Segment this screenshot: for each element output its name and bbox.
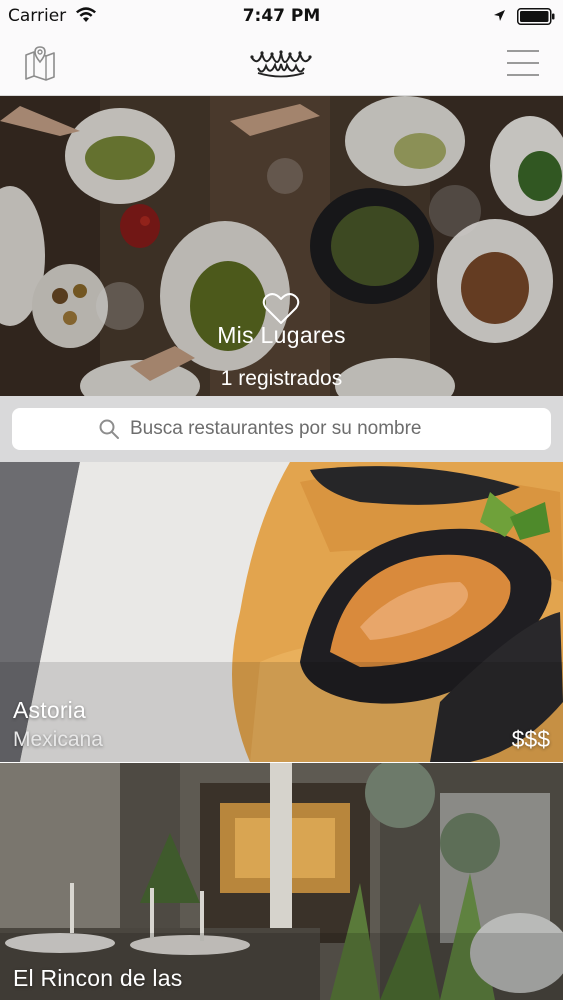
map-icon[interactable] bbox=[20, 43, 60, 83]
restaurant-card[interactable]: El Rincon de las bbox=[0, 763, 563, 1000]
menu-bar bbox=[507, 50, 539, 52]
navigation-bar bbox=[0, 34, 563, 96]
search-area bbox=[0, 396, 563, 462]
status-bar: Carrier 7:47 PM bbox=[0, 0, 563, 34]
my-places-title: Mis Lugares bbox=[217, 322, 346, 348]
restaurant-cuisine: Mexicana bbox=[13, 728, 103, 751]
heart-icon bbox=[262, 293, 300, 324]
restaurant-name: El Rincon de las bbox=[13, 965, 183, 991]
my-places-count: 1 registrados bbox=[220, 367, 343, 390]
menu-bar bbox=[507, 74, 539, 76]
search-icon bbox=[99, 419, 119, 439]
location-arrow-icon bbox=[494, 10, 505, 21]
my-places-banner[interactable]: Mis Lugares 1 registrados bbox=[0, 96, 563, 396]
restaurant-card[interactable]: Astoria Mexicana $$$ bbox=[0, 462, 563, 762]
battery-icon bbox=[517, 8, 555, 25]
crown-logo-icon[interactable] bbox=[248, 46, 314, 80]
restaurant-name: Astoria bbox=[13, 697, 86, 723]
restaurant-price: $$$ bbox=[511, 726, 550, 752]
search-input[interactable] bbox=[130, 414, 530, 444]
hamburger-menu-icon[interactable] bbox=[501, 47, 543, 79]
search-bar[interactable] bbox=[12, 408, 551, 450]
menu-bar bbox=[507, 62, 539, 64]
clock: 7:47 PM bbox=[242, 6, 321, 26]
hero-dim-overlay bbox=[0, 96, 563, 396]
